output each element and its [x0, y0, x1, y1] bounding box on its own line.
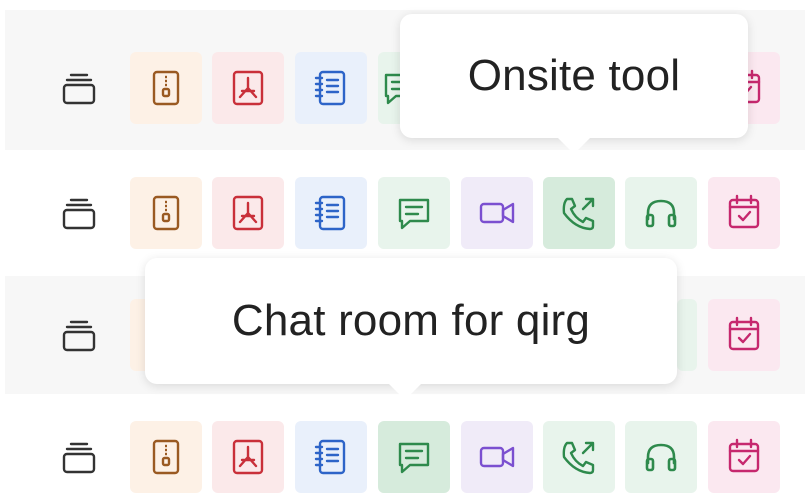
zip-file-button[interactable]	[130, 421, 202, 493]
pdf-file-icon	[232, 195, 264, 231]
zip-file-button[interactable]	[130, 52, 202, 124]
video-button[interactable]	[461, 177, 533, 249]
phone-call-icon	[562, 441, 595, 475]
onsite-tool-tooltip: Onsite tool	[400, 14, 748, 154]
notes-button[interactable]	[295, 177, 367, 249]
headphones-icon	[645, 443, 677, 472]
tooltip-text: Onsite tool	[467, 51, 681, 100]
tooltip-arrow	[389, 384, 421, 400]
notes-icon	[314, 195, 346, 231]
stack-icon	[62, 73, 96, 105]
calendar-icon	[728, 438, 760, 473]
stack-button[interactable]	[43, 421, 115, 493]
toolbar-row-2	[5, 154, 805, 272]
notes-icon	[314, 439, 346, 475]
stack-button[interactable]	[43, 177, 115, 249]
stack-icon	[62, 442, 96, 474]
calendar-button[interactable]	[708, 177, 780, 249]
notes-icon	[314, 70, 346, 106]
video-button[interactable]	[461, 421, 533, 493]
stack-button[interactable]	[43, 52, 115, 124]
pdf-file-button[interactable]	[212, 177, 284, 249]
stack-icon	[62, 320, 96, 352]
calendar-icon	[728, 316, 760, 351]
zip-file-button[interactable]	[130, 177, 202, 249]
pdf-file-icon	[232, 439, 264, 475]
notes-button[interactable]	[295, 52, 367, 124]
stack-button[interactable]	[43, 299, 115, 371]
phone-call-icon	[562, 197, 595, 231]
calendar-button[interactable]	[708, 421, 780, 493]
calendar-button[interactable]	[708, 299, 780, 371]
chat-icon	[398, 198, 430, 230]
zip-file-icon	[152, 439, 180, 475]
pdf-file-button[interactable]	[212, 421, 284, 493]
toolbar-row-4	[5, 398, 805, 501]
tooltip-text: Chat room for qirg	[231, 296, 591, 345]
zip-file-icon	[152, 195, 180, 231]
pdf-file-button[interactable]	[212, 52, 284, 124]
chat-button[interactable]	[378, 177, 450, 249]
phone-call-button[interactable]	[543, 421, 615, 493]
stack-icon	[62, 198, 96, 230]
notes-button[interactable]	[295, 421, 367, 493]
headphones-icon	[645, 199, 677, 228]
tooltip-arrow	[558, 138, 590, 154]
headphones-button[interactable]	[677, 299, 697, 371]
headphones-button[interactable]	[625, 421, 697, 493]
chat-button[interactable]	[378, 421, 450, 493]
zip-file-icon	[152, 70, 180, 106]
phone-call-button[interactable]	[543, 177, 615, 249]
pdf-file-icon	[232, 70, 264, 106]
headphones-button[interactable]	[625, 177, 697, 249]
calendar-icon	[728, 194, 760, 229]
video-icon	[479, 446, 515, 468]
video-icon	[479, 202, 515, 224]
chat-icon	[398, 442, 430, 474]
chat-room-tooltip: Chat room for qirg	[145, 258, 677, 400]
